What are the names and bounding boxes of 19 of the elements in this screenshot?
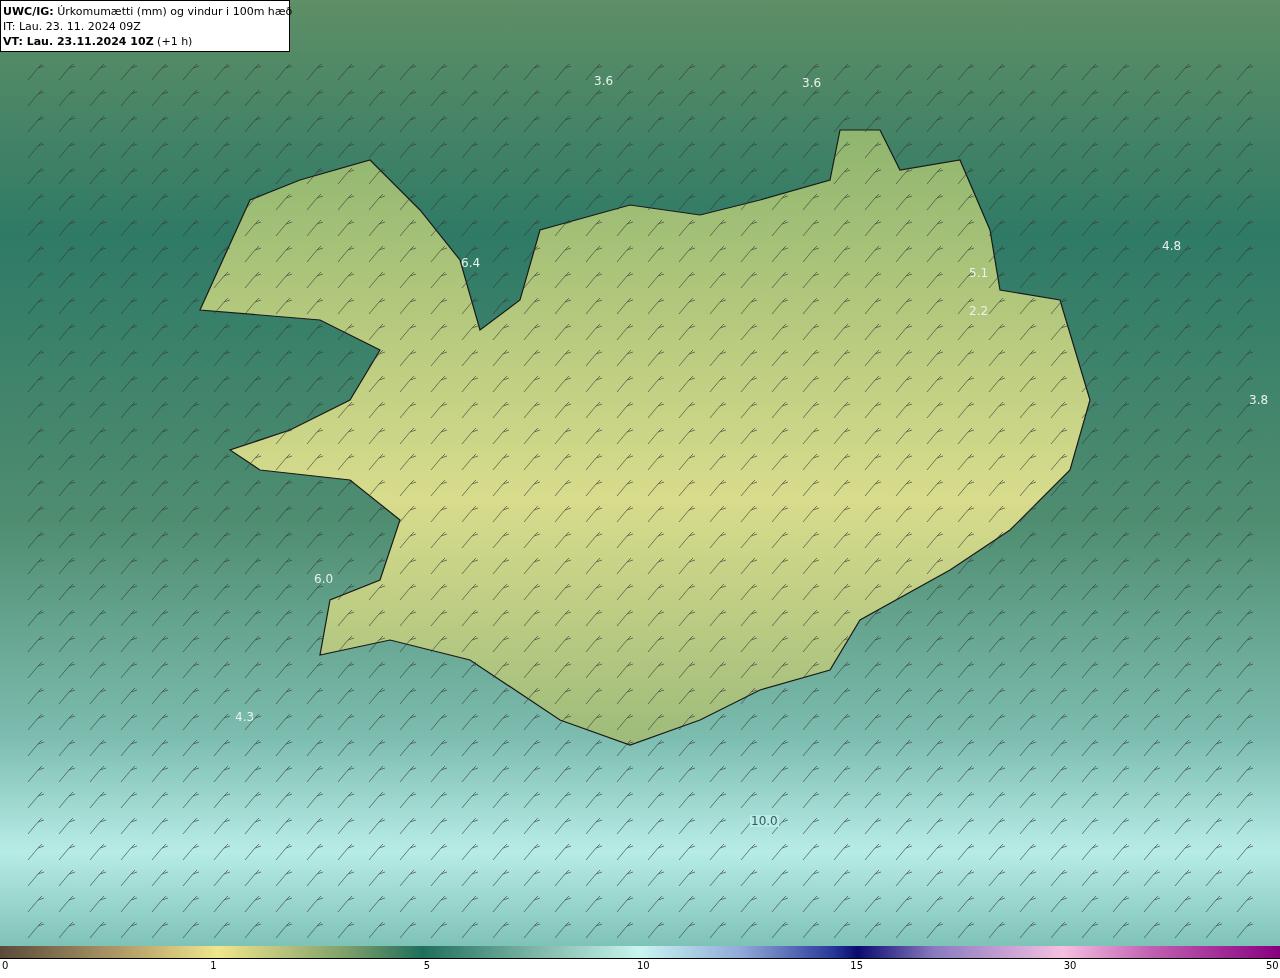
map-value-label: 3.8 xyxy=(1248,394,1270,406)
colorbar-tick-label: 30 xyxy=(1063,961,1077,971)
colorbar-tick-label: 5 xyxy=(423,961,431,971)
colorbar-tick-label: 50 xyxy=(1266,961,1279,971)
map-value-label: 3.6 xyxy=(593,75,615,87)
map-value-label: 6.4 xyxy=(460,257,482,269)
map-value-label: 4.8 xyxy=(1161,240,1183,252)
map-value-label: 5.1 xyxy=(968,267,990,279)
map-value-label: 3.6 xyxy=(801,77,823,89)
map-value-label: 4.3 xyxy=(234,711,256,723)
issue-time: IT: Lau. 23. 11. 2024 09Z xyxy=(3,19,141,34)
valid-time: VT: Lau. 23.11.2024 10Z (+1 h) xyxy=(3,34,193,49)
colorbar-tick-label: 0 xyxy=(2,961,9,971)
map-value-label: 6.0 xyxy=(313,573,335,585)
colorbar-tick-label: 15 xyxy=(850,961,864,971)
map-value-label: 10.0 xyxy=(750,815,779,827)
map-value-label: 2.2 xyxy=(968,305,990,317)
colorbar-tick-label: 1 xyxy=(210,961,217,971)
colorbar-tick-label: 10 xyxy=(637,961,650,971)
